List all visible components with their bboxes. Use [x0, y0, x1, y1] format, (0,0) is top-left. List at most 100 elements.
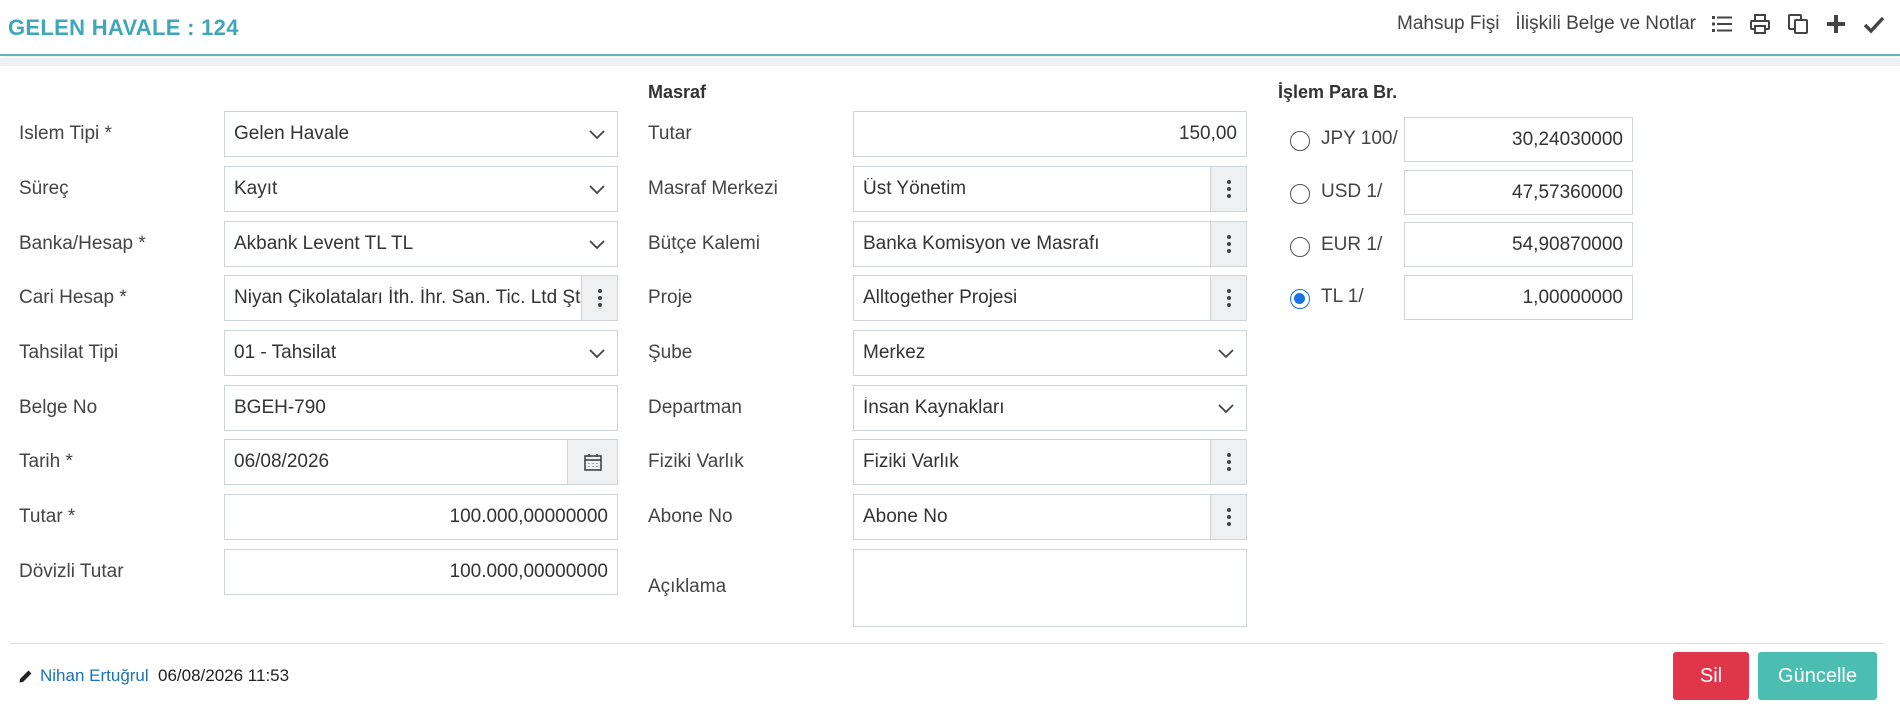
tarih-date-input[interactable]: 06/08/2026 [224, 439, 618, 485]
delete-button[interactable]: Sil [1673, 652, 1749, 700]
chevron-down-icon [577, 331, 617, 375]
fiziki-varlik-value: Fiziki Varlık [863, 451, 959, 472]
fiziki-varlik-label: Fiziki Varlık [648, 451, 744, 472]
more-options-button[interactable] [1210, 495, 1246, 539]
surec-value: Kayıt [234, 178, 278, 199]
rate-value-tl: 1,00000000 [1522, 286, 1623, 308]
header-separator [0, 58, 1900, 66]
tarih-value: 06/08/2026 [234, 451, 330, 472]
belge-no-label: Belge No [19, 397, 98, 418]
pencil-icon [19, 670, 32, 683]
banka-hesap-value: Akbank Levent TL TL [234, 233, 414, 254]
islem-tipi-select[interactable]: Gelen Havale [224, 111, 618, 157]
departman-label: Departman [648, 397, 742, 418]
currency-label-usd: USD 1/ [1321, 181, 1383, 202]
kebab-icon [1226, 289, 1231, 307]
mahsup-fisi-link[interactable]: Mahsup Fişi [1397, 13, 1499, 35]
sube-value: Merkez [863, 342, 926, 363]
islem-tipi-value: Gelen Havale [234, 123, 350, 144]
chevron-down-icon [1206, 386, 1246, 430]
chevron-down-icon [1206, 331, 1246, 375]
masraf-tutar-input[interactable]: 150,00 [853, 111, 1247, 157]
page-title: GELEN HAVALE : 124 [8, 15, 239, 40]
currency-label-eur: EUR 1/ [1321, 234, 1383, 255]
page-header: GELEN HAVALE : 124 Mahsup Fişi İlişkili … [0, 0, 1900, 56]
tutar-input[interactable]: 100.000,00000000 [224, 494, 618, 540]
edit-datetime: 06/08/2026 11:53 [158, 666, 290, 685]
more-options-button[interactable] [1210, 276, 1246, 320]
surec-label: Süreç [19, 178, 69, 199]
sube-select[interactable]: Merkez [853, 330, 1247, 376]
chevron-down-icon [577, 167, 617, 211]
more-options-button[interactable] [581, 276, 617, 320]
masraf-tutar-value: 150,00 [1178, 123, 1237, 144]
butce-kalemi-label: Bütçe Kalemi [648, 233, 760, 254]
masraf-merkezi-label: Masraf Merkezi [648, 178, 778, 199]
tahsilat-tipi-label: Tahsilat Tipi [19, 342, 119, 363]
tahsilat-tipi-select[interactable]: 01 - Tahsilat [224, 330, 618, 376]
cari-hesap-label: Cari Hesap * [19, 287, 127, 308]
banka-hesap-select[interactable]: Akbank Levent TL TL [224, 221, 618, 267]
editor-user-link[interactable]: Nihan Ertuğrul [40, 666, 149, 686]
rate-input-usd[interactable]: 47,57360000 [1404, 170, 1633, 215]
rate-input-tl[interactable]: 1,00000000 [1404, 275, 1633, 320]
header-actions: Mahsup Fişi İlişkili Belge ve Notlar [1381, 12, 1886, 36]
kebab-icon [1226, 508, 1231, 526]
rate-input-jpy[interactable]: 30,24030000 [1404, 117, 1633, 162]
butce-kalemi-lookup[interactable]: Banka Komisyon ve Masrafı [853, 221, 1247, 267]
tarih-label: Tarih * [19, 451, 73, 472]
belge-no-value: BGEH-790 [234, 397, 326, 418]
departman-select[interactable]: İnsan Kaynakları [853, 385, 1247, 431]
proje-lookup[interactable]: Alltogether Projesi [853, 275, 1247, 321]
fiziki-varlik-lookup[interactable]: Fiziki Varlık [853, 439, 1247, 485]
calendar-button[interactable] [567, 440, 617, 484]
currency-radio-eur[interactable] [1290, 237, 1310, 257]
cari-hesap-lookup[interactable]: Niyan Çikolataları İth. İhr. San. Tic. L… [224, 275, 618, 321]
abone-no-label: Abone No [648, 506, 733, 527]
aciklama-textarea[interactable] [853, 549, 1247, 627]
dovizli-tutar-value: 100.000,00000000 [449, 561, 609, 582]
dovizli-tutar-input[interactable]: 100.000,00000000 [224, 549, 618, 595]
sube-label: Şube [648, 342, 693, 363]
kebab-icon [597, 289, 602, 307]
related-docs-link[interactable]: İlişkili Belge ve Notlar [1515, 13, 1696, 35]
check-icon[interactable] [1862, 12, 1886, 36]
kebab-icon [1226, 453, 1231, 471]
currency-label-jpy: JPY 100/ [1321, 128, 1398, 149]
more-options-button[interactable] [1210, 222, 1246, 266]
kebab-icon [1226, 180, 1231, 198]
update-button[interactable]: Güncelle [1758, 652, 1877, 700]
proje-value: Alltogether Projesi [863, 287, 1018, 308]
copy-icon[interactable] [1786, 12, 1810, 36]
dovizli-tutar-label: Dövizli Tutar [19, 561, 124, 582]
butce-kalemi-value: Banka Komisyon ve Masrafı [863, 233, 1100, 254]
abone-no-lookup[interactable]: Abone No [853, 494, 1247, 540]
abone-no-value: Abone No [863, 506, 948, 527]
islem-tipi-label: Islem Tipi * [19, 123, 112, 144]
masraf-merkezi-value: Üst Yönetim [863, 178, 967, 199]
currency-radio-usd[interactable] [1290, 184, 1310, 204]
masraf-section-title: Masraf [648, 82, 707, 102]
currency-radio-tl[interactable] [1290, 289, 1310, 309]
surec-select[interactable]: Kayıt [224, 166, 618, 212]
chevron-down-icon [577, 112, 617, 156]
list-icon[interactable] [1710, 12, 1734, 36]
print-icon[interactable] [1748, 12, 1772, 36]
plus-icon[interactable] [1824, 12, 1848, 36]
aciklama-label: Açıklama [648, 576, 727, 597]
tahsilat-tipi-value: 01 - Tahsilat [234, 342, 337, 363]
rate-input-eur[interactable]: 54,90870000 [1404, 222, 1633, 267]
departman-value: İnsan Kaynakları [863, 397, 1005, 418]
currency-label-tl: TL 1/ [1321, 286, 1364, 307]
chevron-down-icon [577, 222, 617, 266]
more-options-button[interactable] [1210, 167, 1246, 211]
masraf-merkezi-lookup[interactable]: Üst Yönetim [853, 166, 1247, 212]
belge-no-input[interactable]: BGEH-790 [224, 385, 618, 431]
proje-label: Proje [648, 287, 693, 308]
rate-value-usd: 47,57360000 [1512, 181, 1623, 203]
tutar-value: 100.000,00000000 [449, 506, 609, 527]
currency-radio-jpy[interactable] [1290, 131, 1310, 151]
islem-para-section-title: İşlem Para Br. [1278, 82, 1398, 102]
masraf-tutar-label: Tutar [648, 123, 692, 144]
more-options-button[interactable] [1210, 440, 1246, 484]
